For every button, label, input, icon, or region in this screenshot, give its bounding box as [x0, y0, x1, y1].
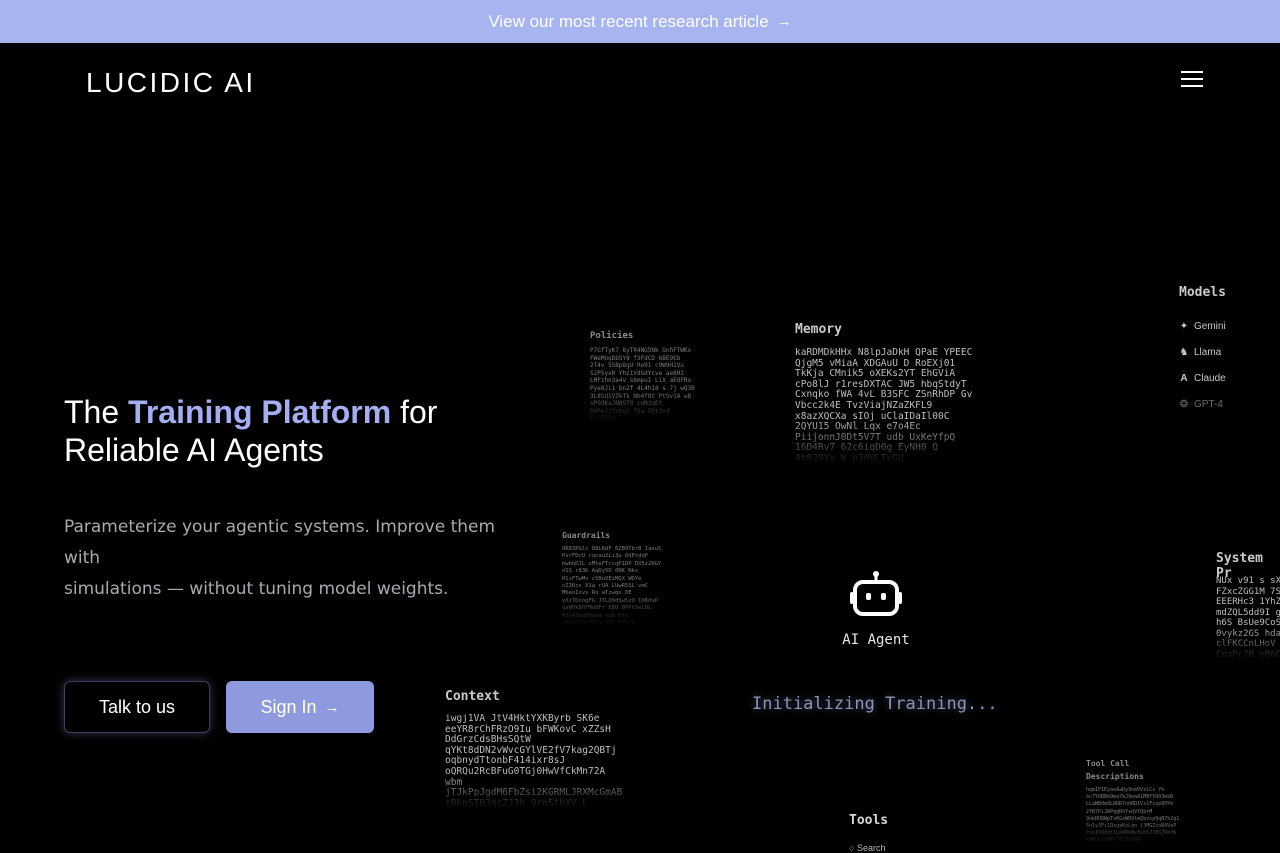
system-prompt-line: CpzPc7B eB6G: [1216, 649, 1280, 660]
hero-subtitle: Parameterize your agentic systems. Impro…: [64, 512, 504, 605]
system-prompt-code: NUx v91 s sXc FZxcZGG1M 7Sd EEERHc3 1YhZ md…: [1216, 576, 1280, 660]
sign-in-label: Sign In: [260, 696, 317, 717]
model-item-llama: ♞ Llama: [1178, 339, 1226, 365]
policies-line: LMFzhn3a4v s6mpuI LiX aEOFRs: [590, 377, 692, 385]
context-line: iwgj1VA JtV4HktYXKByrb SK6e: [445, 713, 600, 724]
tool-call-title-line2: Descriptions: [1086, 772, 1144, 781]
model-item-gpt4: ❂ GPT-4: [1178, 391, 1226, 417]
system-prompt-line: FZxcZGG1M 7Sd: [1216, 586, 1280, 597]
guardrails-line: H1sFTwMv c5BnXEiMQX WDYe: [562, 575, 642, 582]
system-prompt-line: mdZQL5dd9I g: [1216, 607, 1280, 618]
memory-line: kaRDMDkHHx N8lpJaDkH QPaE YPEEC: [795, 347, 973, 358]
claude-icon: A: [1180, 372, 1188, 384]
sign-in-button[interactable]: Sign In →: [226, 681, 374, 733]
hero-subtitle-line1: Parameterize your agentic systems. Impro…: [64, 517, 496, 568]
system-prompt-line: 0vykz2GS hdaX: [1216, 628, 1280, 639]
tool-call-title-line1: Tool Call: [1086, 759, 1130, 768]
guardrails-line: PvrFDcU rqcau2Li3u QdPcdqP: [562, 553, 649, 560]
guardrails-line: sQe8VTbnQKCa 5Q7 6Rhxm: [562, 620, 635, 627]
context-line: rBknSTB3qcZJ3h 9rn5tbXV L: [445, 797, 588, 809]
guardrails-line: qaWHk8hFMa8Fr 6BQ 0PPtSeLUL: [562, 605, 652, 612]
tool-call-line: LLaNBdm8LRRR7nhRD1Vs1Fsxp8PPe: [1086, 801, 1174, 808]
arrow-right-icon: →: [776, 13, 792, 30]
models-list: ✦ Gemini ♞ Llama A Claude ❂ GPT-4: [1178, 313, 1226, 417]
guardrails-line: oSS r83K AqDy5D 6NK Nkx: [562, 568, 639, 575]
guardrails-line: MbeoIcvs Ro aTzwqx DE: [562, 590, 632, 597]
logo[interactable]: LUCIDIC AI: [86, 67, 256, 99]
model-label-claude: Claude: [1194, 372, 1226, 384]
model-item-gemini: ✦ Gemini: [1178, 313, 1226, 339]
model-item-claude: A Claude: [1178, 365, 1226, 391]
memory-title: Memory: [795, 322, 842, 337]
tools-search-item: ○ Search: [849, 843, 885, 853]
guardrails-line: OR83PGlc 88LRdF 6ZB9TbrB Iaeu5: [562, 546, 662, 552]
model-label-llama: Llama: [1194, 346, 1222, 358]
guardrails-line: cZ3Qcs X1a rUA LUwR5SL vmC: [562, 583, 649, 590]
memory-line: 4b829Yv W p3dVLTyGU: [795, 452, 904, 464]
system-prompt-line: EEERHc3 1YhZ: [1216, 597, 1280, 607]
memory-code: kaRDMDkHHx N8lpJaDkH QPaE YPEEC QjgM5 vMi…: [795, 347, 973, 465]
guardrails-line: yXz7DcogFG JTLQ9dSw5zQ IXKdaP: [562, 597, 659, 604]
guardrails-code: OR83PGlc 88LRdF 6ZB9TbrB Iaeu5 PvrFDcU rq…: [562, 546, 661, 627]
hamburger-menu-icon[interactable]: [1181, 71, 1205, 91]
policies-code: P7GfTyK7 8yTR4NG5Nk GnhFTWKx FWeMnqDb5Y8 …: [590, 347, 695, 423]
openai-icon: ❂: [1179, 398, 1189, 410]
model-label-gemini: Gemini: [1194, 320, 1226, 332]
policies-title: Policies: [590, 331, 634, 341]
context-line: oQRQu2RcBFuG0TGj0HwVfCkMn72A: [445, 765, 606, 777]
training-status: Initializing Training...: [752, 694, 998, 714]
policies-line: 3L8SU1VZkTk Nb4f8t PtSv1A wB: [590, 392, 692, 400]
tools-search-label: Search: [856, 843, 886, 853]
hero-title-suffix: for: [391, 394, 438, 430]
gemini-sparkle-icon: ✦: [1179, 320, 1189, 332]
guardrails-title: Guardrails: [562, 531, 611, 540]
tool-call-line: 9ukRU8WpTsKGxWB9tmQbvcp9qB7b2q1: [1086, 815, 1180, 822]
memory-line: Vbcc2k4E TvzViajNZaZKFL9: [795, 399, 933, 411]
hero-title-accent: Training Platform: [128, 394, 392, 430]
policies-line: FWeMnqDb5Y8 f3FdCD 6BE9Eb: [590, 354, 681, 362]
llama-icon: ♞: [1179, 346, 1189, 358]
tool-call-title: Tool Call Descriptions: [1086, 757, 1144, 783]
announcement-banner[interactable]: View our most recent research article →: [0, 0, 1280, 43]
tool-call-code: hqmIP1EyasAaDy9ne0VsiCz Yh oc7Y6BBb9ma7kJ…: [1086, 787, 1179, 845]
search-icon: ○: [849, 843, 855, 853]
guardrails-line: bwbhDJL cMteFTrcqP1DP DX5z2KGY: [562, 560, 662, 567]
arrow-right-icon: →: [324, 698, 340, 716]
models-title: Models: [1179, 285, 1226, 300]
tool-call-line: cxsIhQdXt1Lm4DnNxXvh5JJ8G7RmdW: [1086, 830, 1177, 837]
tool-call-line: 5n1yJPs1QsqxKoLqn i3MGZcnN4VeP: [1086, 823, 1177, 830]
system-prompt-line: h6S BsUe9CoS: [1216, 618, 1280, 628]
tools-title: Tools: [849, 813, 889, 828]
talk-to-us-label: Talk to us: [98, 696, 176, 717]
system-prompt-line: clFKCCnLHoV (: [1216, 639, 1280, 649]
tool-call-line: 2fB7PiJRPqgRhYvqVtQbrM: [1086, 808, 1153, 815]
hero-title-prefix: The: [64, 394, 129, 430]
context-title: Context: [445, 689, 500, 704]
policies-line: 2T4v 5SBp8gU Ro91 c9W9H1Vu: [590, 362, 684, 370]
guardrails-line: KdxA3aqH9xaq spb Dtv: [562, 612, 629, 619]
tool-call-line: kmMvLtq9KrJY2VxdAz: [1086, 837, 1141, 844]
tool-call-line: hqmIP1EyasAaDy9ne0VsiCz Yh: [1086, 787, 1165, 793]
robot-icon: [850, 571, 902, 616]
hero-title: The Training Platform for Reliable AI Ag…: [64, 393, 524, 469]
policies-line: EJiP5kq: [590, 415, 616, 423]
system-prompt-line: NUx v91 s sXc: [1216, 576, 1280, 586]
policies-line: oP9dKaJN8ST0 cuNzqEt: [590, 400, 663, 408]
talk-to-us-button[interactable]: Talk to us: [64, 681, 210, 733]
banner-text[interactable]: View our most recent research article: [488, 12, 768, 32]
policies-line: R8PeJjtnXq3 f8a 5Dt3vd: [590, 407, 670, 415]
context-code: iwgj1VA JtV4HktYXKByrb SK6e eeYR8rChFRzO9…: [445, 713, 622, 809]
policies-line: Pye8Ji1 bnZf 4L4h18 s 7j wQ3B: [590, 384, 695, 392]
agent-label: AI Agent: [842, 632, 910, 648]
hero-subtitle-line2: simulations — without tuning model weigh…: [64, 579, 449, 599]
top-navigation: LUCIDIC AI: [0, 43, 1280, 121]
model-label-gpt4: GPT-4: [1194, 398, 1223, 410]
tool-call-line: oc7Y6BBb9ma7kJ9eaA1MBYVQ03mbR: [1086, 794, 1174, 801]
policies-line: S2P5yxR Yhz1VdGdYcve ae8H2: [590, 369, 684, 377]
policies-line: P7GfTyK7 8yTR4NG5Nk GnhFTWKx: [590, 347, 692, 354]
hero-title-line2: Reliable AI Agents: [64, 432, 324, 468]
